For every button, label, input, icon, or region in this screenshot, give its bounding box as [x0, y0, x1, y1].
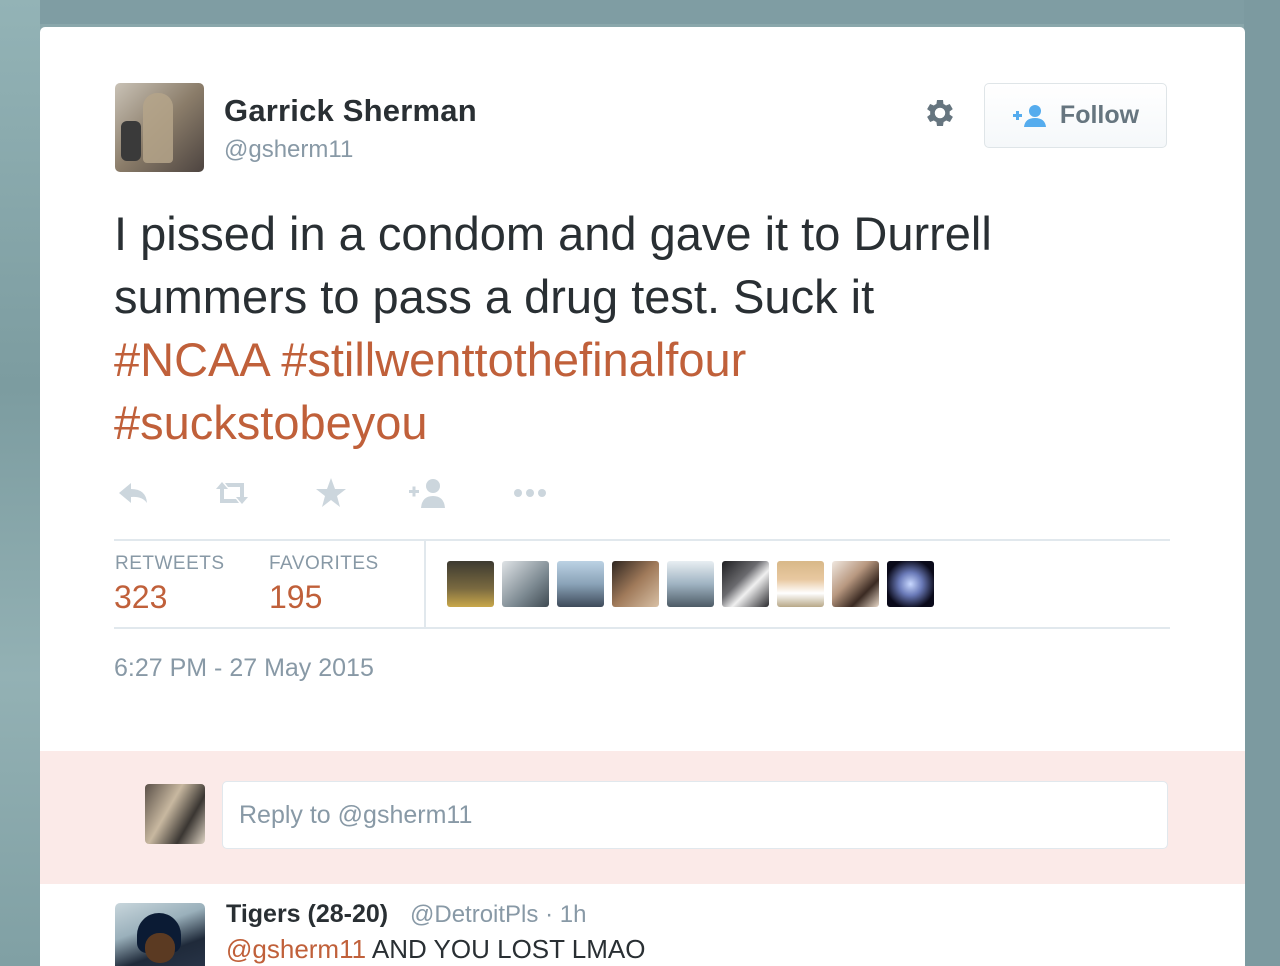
favoriter-avatar[interactable] — [557, 561, 604, 607]
tweet-text: I pissed in a condom and gave it to Durr… — [114, 202, 1174, 454]
reply-time[interactable]: 1h — [560, 901, 587, 928]
hashtag-suckstobeyou[interactable]: #suckstobeyou — [114, 396, 428, 449]
tweet-text-line-1: I pissed in a condom and gave it to Durr… — [114, 207, 992, 260]
favoriter-avatar[interactable] — [777, 561, 824, 607]
retweet-icon[interactable] — [212, 475, 252, 511]
follow-user-icon — [1012, 104, 1046, 127]
favorites-count[interactable]: 195 — [269, 579, 322, 616]
author-avatar[interactable] — [115, 83, 204, 172]
current-user-avatar — [145, 784, 205, 844]
reply-author-name[interactable]: Tigers (28-20) — [226, 900, 388, 929]
hashtag-ncaa[interactable]: #NCAA — [114, 333, 268, 386]
reply-author-handle[interactable]: @DetroitPls — [410, 901, 538, 928]
favoriter-avatar[interactable] — [447, 561, 494, 607]
favorite-icon[interactable] — [314, 475, 348, 511]
favoriter-avatar[interactable] — [832, 561, 879, 607]
favoriter-avatar[interactable] — [612, 561, 659, 607]
author-display-name[interactable]: Garrick Sherman — [224, 93, 477, 129]
reply-input[interactable]: Reply to @gsherm11 — [222, 781, 1168, 849]
retweets-label: RETWEETS — [115, 553, 225, 574]
reply-text: @gsherm11 AND YOU LOST LMAO — [226, 934, 645, 965]
stats-divider-bottom — [114, 627, 1170, 629]
background-right — [1244, 0, 1280, 966]
more-icon[interactable] — [510, 475, 550, 511]
favoriter-avatar[interactable] — [887, 561, 934, 607]
reply-author-avatar[interactable] — [115, 903, 205, 966]
stats-divider-top — [114, 539, 1170, 541]
reply-icon[interactable] — [116, 475, 150, 511]
follow-button[interactable]: Follow — [984, 83, 1167, 148]
reply-meta: @DetroitPls · 1h — [410, 901, 586, 929]
reply-separator: · — [545, 901, 554, 928]
follow-icon[interactable] — [408, 475, 448, 511]
reply-text-content: AND YOU LOST LMAO — [371, 934, 646, 964]
tweet-timestamp[interactable]: 6:27 PM - 27 May 2015 — [114, 654, 374, 683]
author-handle[interactable]: @gsherm11 — [224, 136, 353, 164]
retweets-count[interactable]: 323 — [114, 579, 167, 616]
favoriter-avatar[interactable] — [502, 561, 549, 607]
background-left — [0, 0, 40, 966]
favoriter-avatar[interactable] — [667, 561, 714, 607]
hashtag-stillwenttothefinalfour[interactable]: #stillwenttothefinalfour — [281, 333, 746, 386]
favorites-label: FAVORITES — [269, 553, 379, 574]
gear-icon[interactable] — [922, 95, 958, 131]
follow-label: Follow — [1059, 101, 1140, 129]
favoriter-avatar[interactable] — [722, 561, 769, 607]
background-top — [0, 0, 1280, 24]
favoriters-list — [447, 561, 934, 607]
reply-mention[interactable]: @gsherm11 — [226, 934, 366, 964]
tweet-card: Garrick Sherman @gsherm11 Follow I pisse… — [40, 27, 1245, 966]
stats-vertical-divider — [424, 541, 426, 629]
tweet-text-line-2: summers to pass a drug test. Suck it — [114, 270, 875, 323]
tweet-actions — [116, 475, 616, 511]
